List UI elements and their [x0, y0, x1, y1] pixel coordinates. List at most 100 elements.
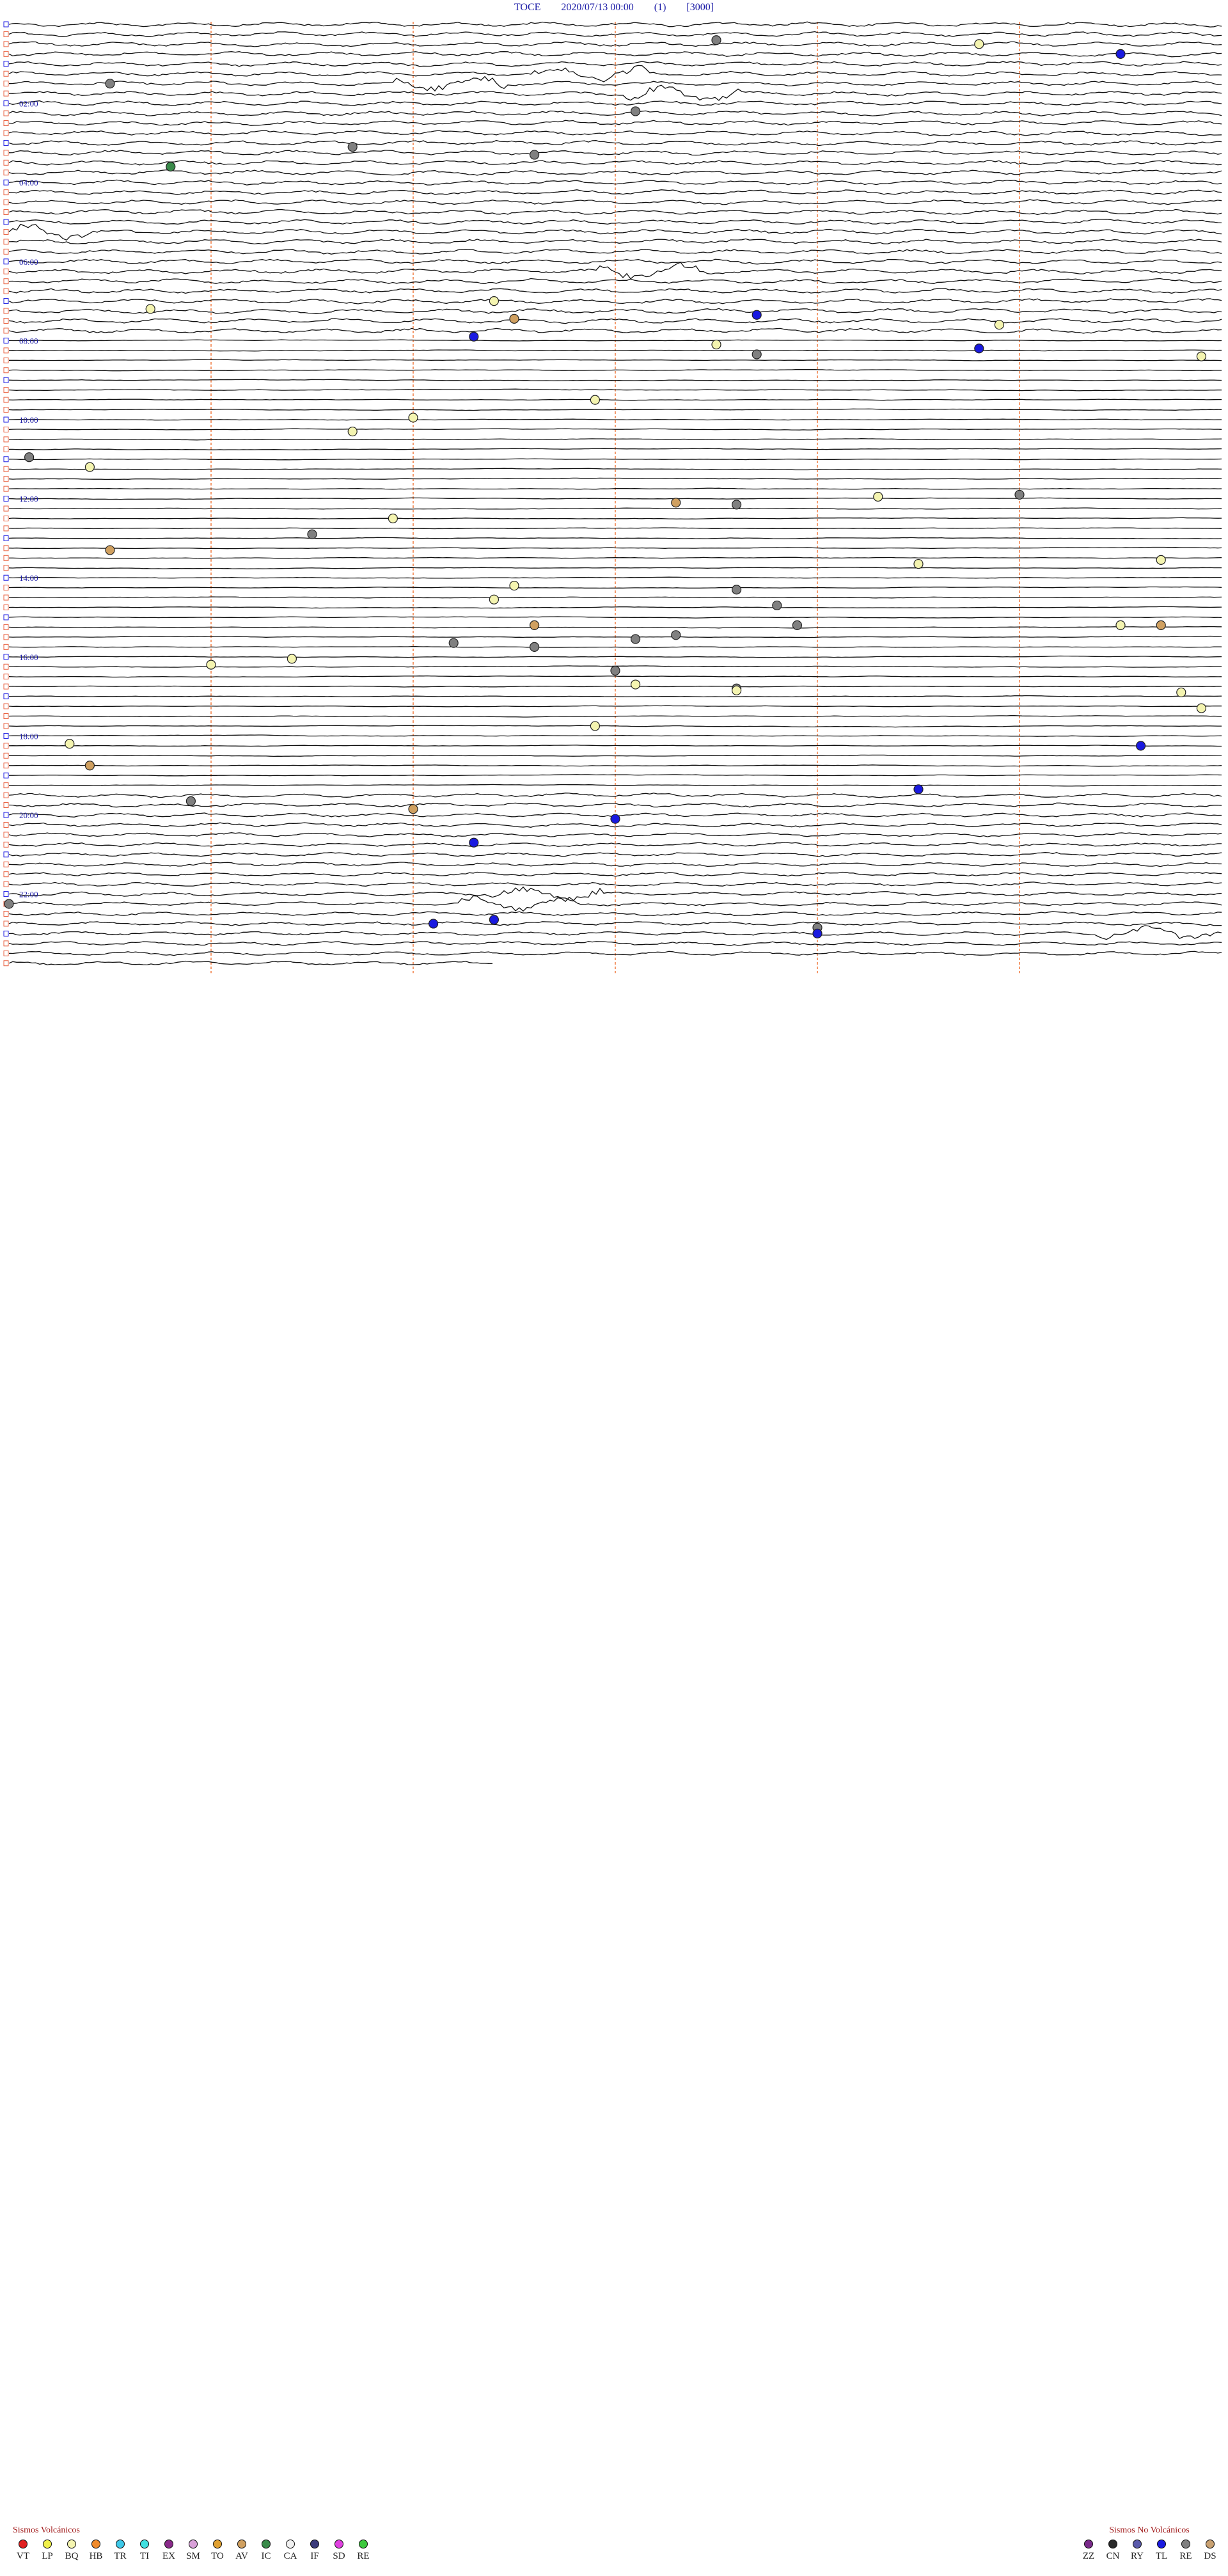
event-marker-bq [731, 685, 742, 695]
volcanic-legend-item-hb: HB [86, 2540, 106, 2562]
seismic-trace-line [8, 408, 1222, 411]
event-marker-tl [489, 915, 500, 925]
legend-dot-icon [67, 2540, 76, 2548]
non-volcanic-legend-title: Sismos No Volcánicos [1109, 2525, 1190, 2535]
station-name: TOCE [514, 2, 541, 13]
legend-label: VT [17, 2551, 29, 2561]
channel-label: (1) [654, 2, 666, 13]
event-marker-re [105, 79, 115, 89]
legend-dot-icon [237, 2540, 246, 2548]
event-marker-bq [509, 580, 519, 591]
trace-start-marker [3, 644, 9, 650]
volcanic-legend-item-if: IF [304, 2540, 325, 2562]
trace-start-marker [3, 841, 9, 848]
legend-dot-icon [1157, 2540, 1166, 2548]
event-marker-re [529, 642, 540, 652]
legend-label: TR [114, 2551, 127, 2561]
event-marker-re [711, 35, 721, 45]
trace-start-marker [3, 328, 9, 334]
legend-dot-icon [1206, 2540, 1215, 2548]
legend-label: HB [89, 2551, 103, 2561]
trace-start-marker [3, 614, 9, 620]
trace-start-marker [3, 772, 9, 778]
trace-start-marker [3, 139, 9, 146]
seismic-trace-line [8, 655, 1222, 658]
event-marker-av [671, 498, 681, 508]
volcanic-legend-item-av: AV [232, 2540, 252, 2562]
seismic-trace-line [9, 754, 1222, 757]
legend-dot-icon [140, 2540, 149, 2548]
trace-start-marker [3, 347, 9, 354]
non-volcanic-legend: Sismos No Volcánicos ZZ CN RY TL RE DS [1078, 2525, 1220, 2562]
hour-label: 08:00 [19, 336, 38, 345]
trace-start-marker [3, 407, 9, 413]
legend-dot-icon [164, 2540, 173, 2548]
seismic-trace-line [8, 960, 493, 966]
hour-label: 02:00 [19, 99, 38, 109]
seismic-trace-line [9, 557, 1222, 559]
trace-start-marker [3, 713, 9, 719]
trace-start-marker [3, 258, 9, 265]
trace-start-marker [3, 525, 9, 532]
event-marker-tl [610, 814, 620, 824]
trace-start-marker [3, 209, 9, 216]
trace-start-marker [3, 732, 9, 739]
hour-label: 22:00 [19, 890, 38, 899]
trace-start-marker [3, 921, 9, 927]
event-marker-av [529, 620, 540, 630]
event-marker-av [408, 804, 418, 814]
volcanic-legend-item-ic: IC [256, 2540, 276, 2562]
event-marker-bq [711, 339, 721, 350]
trace-start-marker [3, 851, 9, 858]
trace-start-marker [3, 21, 9, 28]
event-marker-re [731, 500, 742, 510]
event-marker-tl [469, 331, 479, 342]
event-marker-re [307, 529, 317, 539]
hour-label: 20:00 [19, 810, 38, 820]
scale-label: [3000] [686, 2, 714, 13]
trace-start-marker [3, 100, 9, 107]
legend-dot-icon [189, 2540, 198, 2548]
volcanic-legend-item-vt: VT [13, 2540, 33, 2562]
event-marker-bq [994, 320, 1005, 330]
event-marker-bq [1156, 555, 1166, 565]
trace-start-marker [3, 782, 9, 789]
event-marker-bq [1176, 687, 1186, 698]
non-volcanic-legend-item-zz: ZZ [1078, 2540, 1099, 2562]
trace-start-marker [3, 219, 9, 225]
trace-start-marker [3, 486, 9, 492]
trace-start-marker [3, 159, 9, 166]
seismic-trace-line [8, 369, 1222, 372]
event-marker-re [772, 600, 782, 611]
trace-start-marker [3, 861, 9, 867]
event-marker-bq [65, 739, 75, 749]
trace-start-marker [3, 298, 9, 304]
legend-label: CN [1106, 2551, 1120, 2561]
non-volcanic-legend-item-ry: RY [1127, 2540, 1147, 2562]
trace-start-marker [3, 70, 9, 77]
event-marker-av [84, 761, 95, 771]
trace-start-marker [3, 288, 9, 294]
hour-label: 16:00 [19, 652, 38, 662]
trace-start-marker [3, 228, 9, 235]
seismic-trace-line [8, 249, 1222, 255]
trace-start-marker [3, 466, 9, 472]
legend-label: IC [261, 2551, 271, 2561]
event-marker-bq [974, 39, 984, 49]
legend-label: CA [283, 2551, 297, 2561]
trace-start-marker [3, 832, 9, 838]
legend-label: RE [357, 2551, 370, 2561]
event-marker-re [731, 585, 742, 595]
trace-start-marker [3, 130, 9, 136]
trace-start-marker [3, 426, 9, 432]
legend-label: LP [42, 2551, 53, 2561]
legend-dot-icon [91, 2540, 100, 2548]
trace-start-marker [3, 377, 9, 383]
trace-start-marker [3, 516, 9, 521]
trace-start-marker [3, 585, 9, 591]
trace-start-marker [3, 940, 9, 947]
non-volcanic-legend-item-cn: CN [1103, 2540, 1123, 2562]
event-marker-bq [84, 462, 95, 472]
legend-dot-icon [335, 2540, 343, 2548]
trace-start-marker [3, 318, 9, 324]
